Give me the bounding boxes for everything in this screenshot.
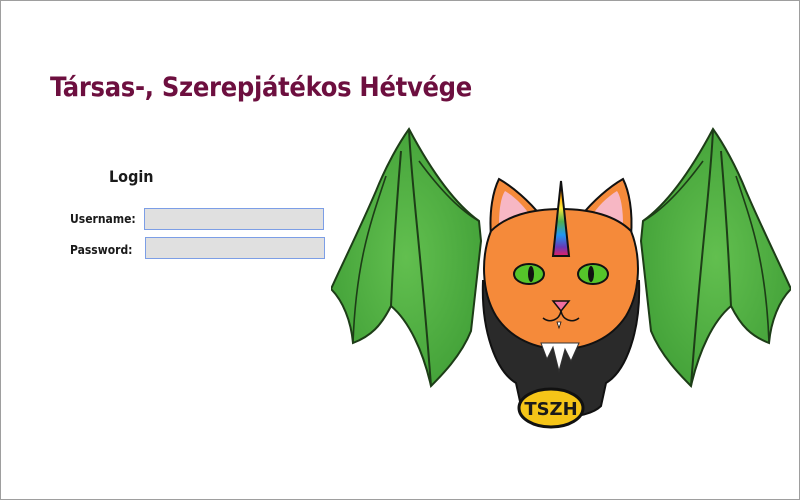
username-label: Username:: [70, 212, 136, 226]
left-wing: [331, 127, 483, 388]
login-heading: Login: [109, 167, 154, 186]
password-label: Password:: [70, 243, 133, 257]
site-title: Társas-, Szerepjátékos Hétvége: [50, 72, 472, 103]
page-frame: Társas-, Szerepjátékos Hétvége Login Use…: [0, 0, 800, 500]
username-input[interactable]: [144, 208, 324, 230]
badge-text: TSZH: [524, 399, 577, 420]
password-input[interactable]: [145, 237, 325, 259]
tszh-mascot-logo: TSZH: [331, 121, 791, 439]
right-wing: [639, 127, 791, 388]
collar-badge: TSZH: [517, 387, 585, 429]
